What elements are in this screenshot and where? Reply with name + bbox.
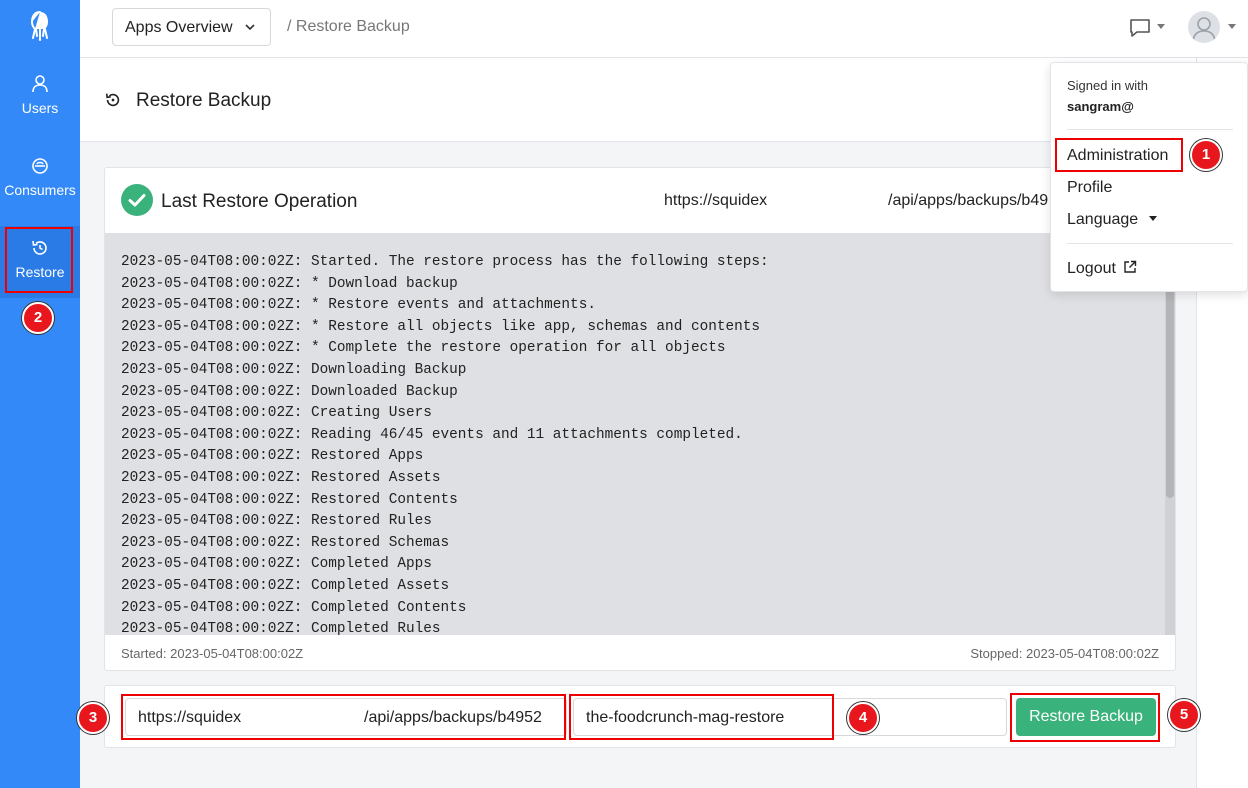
- breadcrumb: / Restore Backup: [287, 18, 410, 35]
- sidebar-item-label: Users: [21, 100, 59, 116]
- log-line: 2023-05-04T08:00:02Z: Completed Contents: [121, 599, 467, 616]
- consumers-icon: [32, 158, 48, 174]
- menu-item-logout[interactable]: Logout: [1067, 260, 1137, 278]
- restore-log[interactable]: 2023-05-04T08:00:02Z: Started. The resto…: [105, 233, 1175, 635]
- external-link-icon: [1124, 260, 1137, 273]
- highlight-restore-button: [1010, 693, 1160, 742]
- caret-down-icon: [1148, 216, 1157, 221]
- restore-icon: [105, 93, 120, 107]
- highlight-url-input: [121, 694, 566, 740]
- annotation-badge-3: 3: [77, 702, 109, 734]
- log-line: 2023-05-04T08:00:02Z: Restored Rules: [121, 513, 432, 530]
- log-line: 2023-05-04T08:00:02Z: Restored Schemas: [121, 534, 450, 551]
- menu-divider: [1067, 129, 1233, 130]
- menu-divider: [1067, 243, 1233, 244]
- log-line: 2023-05-04T08:00:02Z: Reading 46/45 even…: [121, 426, 743, 443]
- started-time: Started: 2023-05-04T08:00:02Z: [121, 646, 304, 661]
- annotation-badge-5: 5: [1168, 699, 1200, 731]
- menu-item-language-label: Language: [1067, 211, 1139, 228]
- card-title: Last Restore Operation: [161, 191, 358, 212]
- menu-item-logout-label: Logout: [1067, 260, 1116, 277]
- log-line: 2023-05-04T08:00:02Z: * Complete the res…: [121, 340, 726, 357]
- page-title: Restore Backup: [136, 90, 272, 111]
- feedback-chat-icon[interactable]: [1128, 16, 1152, 40]
- menu-item-language[interactable]: Language: [1067, 211, 1157, 229]
- avatar-caret-icon[interactable]: [1228, 24, 1236, 29]
- annotation-badge-1: 1: [1190, 139, 1222, 171]
- log-line: 2023-05-04T08:00:02Z: Restored Assets: [121, 469, 441, 486]
- highlight-administration: [1055, 138, 1183, 172]
- log-line: 2023-05-04T08:00:02Z: Restored Apps: [121, 448, 424, 465]
- highlight-name-input: [569, 694, 834, 740]
- sidebar: Users Consumers Restore: [0, 0, 80, 788]
- top-bar: Apps Overview / Restore Backup: [80, 0, 1248, 58]
- page-header: Restore Backup: [80, 58, 1196, 142]
- log-line: 2023-05-04T08:00:02Z: Restored Contents: [121, 491, 458, 508]
- card-footer: Started: 2023-05-04T08:00:02Z Stopped: 2…: [105, 635, 1175, 670]
- check-circle-icon: [121, 184, 153, 216]
- log-line: 2023-05-04T08:00:02Z: Completed Assets: [121, 577, 450, 594]
- card-header: Last Restore Operation https://squidex /…: [105, 168, 1175, 233]
- user-avatar[interactable]: [1188, 11, 1220, 43]
- log-line: 2023-05-04T08:00:02Z: Creating Users: [121, 405, 432, 422]
- backup-url-part1: https://squidex: [664, 192, 768, 209]
- menu-item-profile[interactable]: Profile: [1067, 179, 1112, 197]
- avatar-user-icon: [1192, 17, 1216, 42]
- log-line: 2023-05-04T08:00:02Z: * Restore all obje…: [121, 318, 761, 335]
- stopped-time: Stopped: 2023-05-04T08:00:02Z: [970, 646, 1159, 661]
- chevron-down-icon: [245, 24, 255, 31]
- annotation-badge-4: 4: [847, 702, 879, 734]
- squid-logo-icon[interactable]: [26, 10, 54, 42]
- sidebar-item-label: Consumers: [4, 182, 76, 198]
- highlight-restore-nav: [5, 227, 73, 293]
- apps-overview-label: Apps Overview: [125, 19, 233, 36]
- last-restore-card: Last Restore Operation https://squidex /…: [104, 167, 1176, 671]
- chat-caret-icon[interactable]: [1157, 24, 1165, 29]
- user-dropdown-menu: Signed in with sangram@ Administration P…: [1050, 62, 1248, 292]
- log-line: 2023-05-04T08:00:02Z: Downloaded Backup: [121, 383, 458, 400]
- apps-overview-select[interactable]: Apps Overview: [112, 8, 271, 46]
- signed-in-user: sangram@: [1067, 99, 1134, 114]
- log-line: 2023-05-04T08:00:02Z: Started. The resto…: [121, 254, 769, 270]
- log-line: 2023-05-04T08:00:02Z: Downloading Backup: [121, 361, 467, 378]
- log-line: 2023-05-04T08:00:02Z: Completed Rules: [121, 621, 441, 635]
- log-line: 2023-05-04T08:00:02Z: Completed Apps: [121, 556, 432, 573]
- backup-url-part2: /api/apps/backups/b49: [888, 192, 1049, 209]
- signed-in-label: Signed in with: [1067, 78, 1148, 93]
- log-line: 2023-05-04T08:00:02Z: * Download backup: [121, 275, 458, 292]
- user-icon: [32, 75, 48, 93]
- log-line: 2023-05-04T08:00:02Z: * Restore events a…: [121, 297, 596, 314]
- sidebar-item-consumers[interactable]: Consumers: [0, 144, 80, 216]
- annotation-badge-2: 2: [22, 302, 54, 334]
- sidebar-item-users[interactable]: Users: [0, 62, 80, 134]
